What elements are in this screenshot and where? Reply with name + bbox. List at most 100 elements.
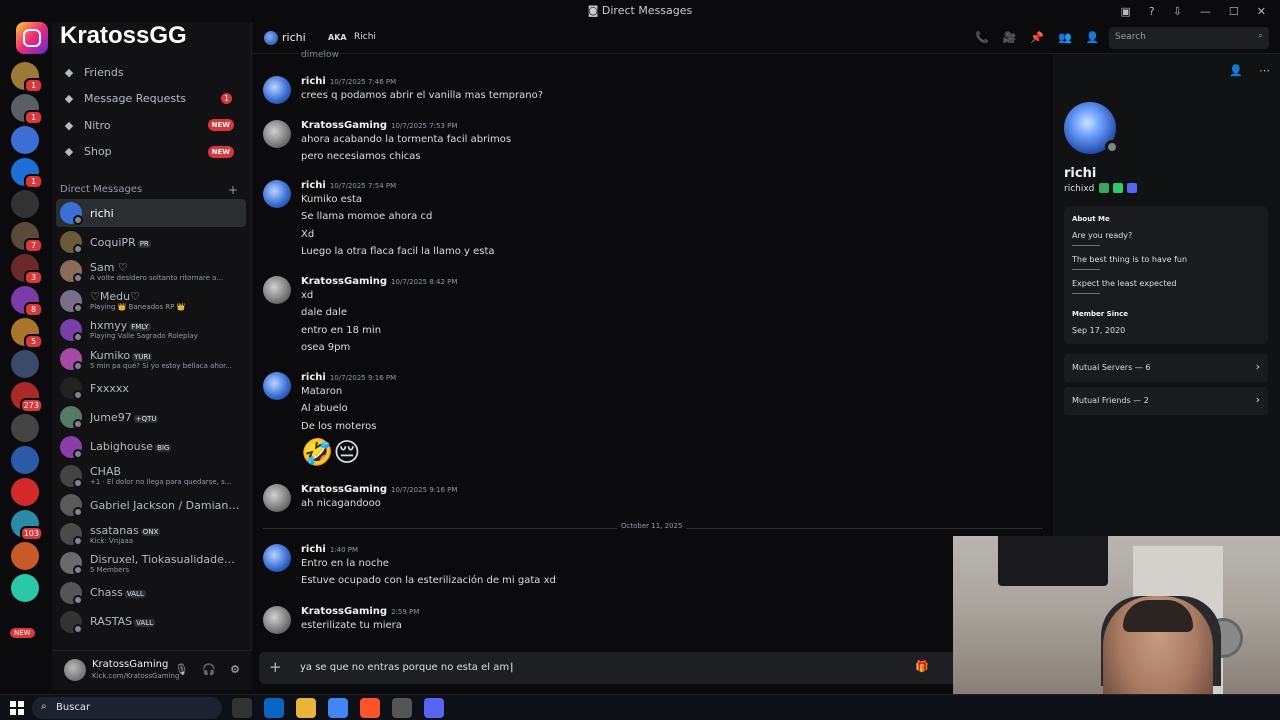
server-icon[interactable] (11, 542, 39, 570)
dm-item[interactable]: RASTAS VALL (56, 608, 246, 636)
add-friends-icon[interactable]: 👥 (1058, 31, 1072, 44)
add-friend-icon[interactable]: 👤 (1229, 64, 1243, 77)
voice-call-icon[interactable]: 📞 (975, 31, 989, 44)
file-explorer-icon[interactable] (296, 698, 316, 718)
dm-item[interactable]: CoquiPR PR (56, 228, 246, 256)
server-icon[interactable]: 5 (11, 318, 43, 349)
dm-item[interactable]: Gabriel Jackson / Damian Col... (56, 491, 246, 519)
minimize-button[interactable]: — (1200, 5, 1211, 18)
profile-avatar[interactable] (1064, 102, 1119, 154)
dm-item[interactable]: Sam ♡ A volte desidero soltanto ritornare… (56, 257, 246, 285)
server-icon[interactable]: 1 (11, 94, 43, 125)
attach-plus-icon[interactable]: + (269, 658, 282, 676)
message-author[interactable]: KratossGaming 10/7/2025 9:16 PM (301, 484, 457, 495)
message-text: Estuve ocupado con la esterilización de … (301, 575, 556, 587)
nav-label: Friends (84, 65, 124, 79)
dm-item[interactable]: Disruxel, Tiokasualidades, Lim...5 Membe… (56, 549, 246, 577)
close-button[interactable]: ✕ (1257, 5, 1266, 18)
avatar (60, 318, 83, 342)
server-icon[interactable]: 1 (11, 158, 43, 189)
unread-badge: 8 (24, 302, 43, 317)
badge-icon[interactable] (1113, 183, 1123, 193)
message-avatar[interactable] (263, 120, 291, 148)
dm-item[interactable]: Kumiko YURI 5 min pa qué? Si yo estoy bell… (56, 345, 246, 373)
message-author[interactable]: richi 10/7/2025 9:16 PM (301, 372, 396, 383)
dm-item[interactable]: Jume97 +QTU (56, 403, 246, 431)
dm-item[interactable]: Labighouse BIG (56, 433, 246, 461)
dm-title-icon: ◙ (587, 4, 602, 17)
settings-gear-icon[interactable]: ⚙ (230, 663, 240, 676)
maximize-button[interactable]: ☐ (1229, 5, 1239, 18)
message-author[interactable]: richi 1:40 PM (301, 544, 358, 555)
server-icon[interactable]: 7 (11, 222, 43, 253)
message-author[interactable]: richi 10/7/2025 7:46 PM (301, 76, 396, 87)
more-options-icon[interactable]: ⋯ (1259, 64, 1270, 77)
message-avatar[interactable] (263, 276, 291, 304)
obs-icon[interactable] (392, 698, 412, 718)
brave-icon[interactable] (360, 698, 380, 718)
mutual-servers-row[interactable]: Mutual Servers — 6 › (1064, 354, 1268, 382)
pin-icon[interactable]: 📌 (1030, 31, 1044, 44)
user-profile-icon[interactable]: 👤 (1086, 31, 1100, 44)
server-icon[interactable] (11, 446, 39, 474)
message-author[interactable]: KratossGaming 2:59 PM (301, 606, 419, 617)
dm-item[interactable]: ssatanas ONX Kick: Vnjaaa (56, 520, 246, 548)
message-author[interactable]: KratossGaming 10/7/2025 7:53 PM (301, 120, 457, 131)
message-avatar[interactable] (263, 484, 291, 512)
message-author[interactable]: KratossGaming 10/7/2025 8:42 PM (301, 276, 457, 287)
nav-item-message-requests[interactable]: ◆ Message Requests 1 (58, 87, 246, 111)
nav-item-friends[interactable]: ◆ Friends (58, 60, 246, 84)
message-text: osea 9pm (301, 341, 351, 353)
composer-input[interactable]: ya se que no entras porque no esta el am (300, 662, 513, 673)
message-composer[interactable]: + ya se que no entras porque no esta el … (259, 652, 959, 684)
video-call-icon[interactable]: 🎥 (1003, 31, 1017, 44)
avatar (60, 494, 83, 517)
user-avatar[interactable] (64, 659, 86, 681)
create-dm-icon[interactable]: + (228, 183, 238, 197)
search-input[interactable]: Search ⌕ (1109, 27, 1269, 49)
badge-icon[interactable] (1127, 183, 1137, 193)
gift-icon[interactable]: 🎁 (915, 660, 929, 673)
download-icon[interactable]: ⇩ (1173, 5, 1182, 18)
server-icon[interactable]: 273 (11, 382, 43, 413)
avatar (60, 552, 83, 576)
discord-icon[interactable] (424, 698, 444, 718)
server-icon[interactable]: 103 (11, 510, 43, 541)
avatar (60, 202, 83, 225)
nav-item-shop[interactable]: ◆ Shop NEW (58, 140, 246, 164)
message-avatar[interactable] (263, 544, 291, 572)
message-avatar[interactable] (263, 76, 291, 104)
server-icon[interactable] (11, 350, 39, 378)
badge-icon[interactable] (1099, 183, 1109, 193)
task-view-icon[interactable] (232, 698, 252, 718)
server-icon[interactable] (11, 574, 39, 602)
message-avatar[interactable] (263, 372, 291, 400)
dm-item[interactable]: Fxxxxx (56, 374, 246, 402)
server-icon[interactable] (11, 478, 39, 506)
user-name: KratossGaming (92, 659, 169, 670)
message-avatar[interactable] (263, 180, 291, 208)
server-icon[interactable] (11, 414, 39, 442)
dm-item[interactable]: hxmyy FMLY Playing Valle Sagrado Roleplay (56, 316, 246, 344)
server-icon[interactable] (11, 126, 39, 154)
windows-start-icon[interactable] (10, 701, 24, 715)
outlook-icon[interactable] (264, 698, 284, 718)
headphones-icon[interactable]: 🎧 (202, 663, 216, 676)
server-icon[interactable] (11, 190, 39, 218)
chrome-icon[interactable] (328, 698, 348, 718)
dm-item[interactable]: CHAB +1 · El dolor no llega para quedarse… (56, 462, 246, 490)
nav-item-nitro[interactable]: ◆ Nitro NEW (58, 113, 246, 137)
dm-item[interactable]: richi (56, 199, 246, 227)
taskbar-search[interactable]: ⌕ Buscar (32, 697, 222, 719)
message-avatar[interactable] (263, 606, 291, 634)
dm-item[interactable]: Chass VALL (56, 579, 246, 607)
server-icon[interactable]: 8 (11, 286, 43, 317)
mutual-friends-row[interactable]: Mutual Friends — 2 › (1064, 387, 1268, 415)
server-icon[interactable]: 1 (11, 62, 43, 93)
microphone-icon[interactable]: 🎙 (174, 663, 188, 676)
server-icon[interactable]: 3 (11, 254, 43, 285)
help-icon[interactable]: ? (1149, 5, 1155, 18)
dm-item[interactable]: ♡Medu♡ Playing 👑 Baneados RP 👑 (56, 287, 246, 315)
message-author[interactable]: richi 10/7/2025 7:54 PM (301, 180, 396, 191)
inbox-icon[interactable]: ▣ (1120, 5, 1130, 18)
